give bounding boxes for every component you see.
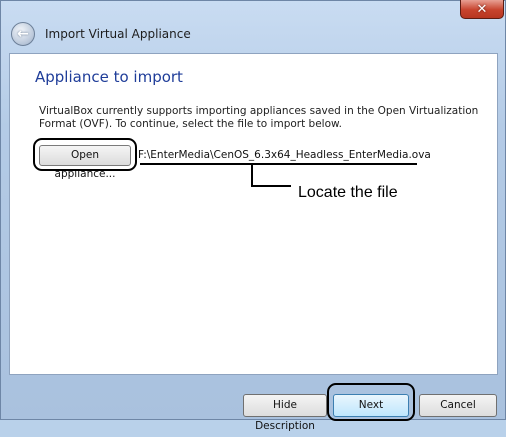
cancel-button[interactable]: Cancel (419, 394, 497, 417)
hide-description-button[interactable]: Hide Description (243, 394, 327, 432)
wizard-page: Appliance to import VirtualBox currently… (9, 53, 498, 375)
callout-line-horizontal (251, 185, 291, 187)
open-button-highlight (33, 138, 137, 171)
close-button[interactable]: ✕ (460, 0, 504, 19)
window-title: Import Virtual Appliance (45, 27, 191, 41)
title-bar: ← Import Virtual Appliance (1, 19, 506, 51)
back-button[interactable]: ← (11, 22, 35, 46)
back-arrow-icon: ← (17, 25, 29, 42)
wizard-footer: Hide Description Next Cancel (1, 375, 506, 432)
callout-text: Locate the file (298, 184, 398, 201)
file-path-field[interactable]: F:\EnterMedia\CenOS_6.3x64_Headless_Ente… (138, 149, 431, 161)
callout-line-vertical (251, 163, 253, 187)
page-description: VirtualBox currently supports importing … (39, 105, 479, 130)
file-path-underline (140, 163, 417, 165)
close-icon: ✕ (476, 1, 488, 17)
next-button-highlight (327, 383, 415, 421)
window-frame: ✕ ← Import Virtual Appliance Appliance t… (0, 0, 506, 432)
page-heading: Appliance to import (35, 68, 183, 86)
